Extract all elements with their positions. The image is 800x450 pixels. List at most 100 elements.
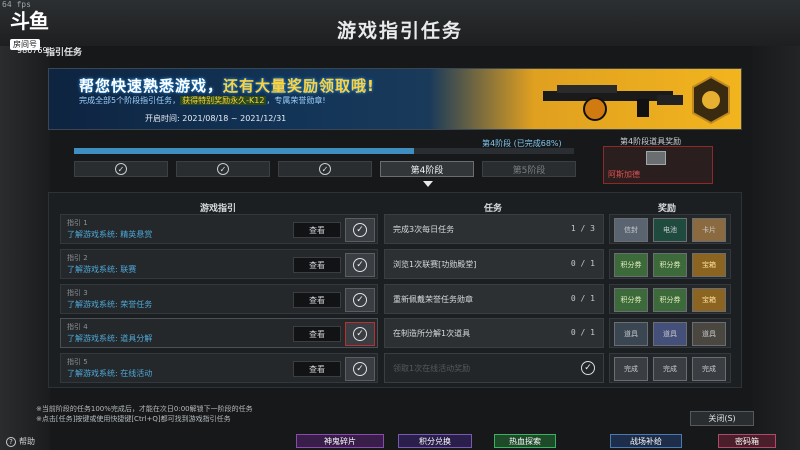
task-text: 完成3次每日任务: [393, 225, 455, 234]
close-button[interactable]: 关闭(S): [690, 411, 754, 426]
check-icon: ✓: [353, 223, 367, 237]
help-button[interactable]: ? 帮助: [6, 436, 35, 447]
stage-tab-2[interactable]: ✓: [176, 161, 270, 177]
note-line: ※点击[任务]按键或使用快捷键[Ctrl+Q]都可找到游戏指引任务: [36, 415, 231, 423]
claimed-check-icon: 完成: [653, 357, 687, 381]
stage-tab-5[interactable]: 第5阶段: [482, 161, 576, 177]
guide-text: 了解游戏系统: 联赛: [67, 265, 137, 274]
guide-row: 指引 4 了解游戏系统: 道具分解 查看 ✓: [60, 318, 378, 348]
task-text: 在制造所分解1次道具: [393, 329, 471, 338]
promo-banner: 帮您快速熟悉游戏，还有大量奖励领取哦! 完成全部5个阶段指引任务， 获得特别奖励永…: [48, 68, 742, 130]
check-icon: ✓: [353, 327, 367, 341]
check-icon: ✓: [115, 163, 127, 175]
help-icon: ?: [6, 436, 16, 447]
chest-icon[interactable]: 宝箱: [692, 288, 726, 312]
item-icon[interactable]: 道具: [653, 322, 687, 346]
item-icon[interactable]: 道具: [614, 322, 648, 346]
battery-icon[interactable]: 电池: [653, 218, 687, 242]
reward-row: 信封 电池 卡片: [609, 214, 731, 244]
column-header-guide: 游戏指引: [200, 204, 237, 214]
complete-button[interactable]: ✓: [345, 357, 375, 381]
complete-button[interactable]: ✓: [345, 218, 375, 242]
guide-text: 了解游戏系统: 道具分解: [67, 334, 153, 343]
progress-fill: [74, 148, 414, 154]
check-icon: ✓: [217, 163, 229, 175]
guide-row: 指引 2 了解游戏系统: 联赛 查看 ✓: [60, 249, 378, 279]
banner-date: 开启时间: 2021/08/18 ~ 2021/12/31: [145, 114, 287, 123]
bottom-button-ghost-shards[interactable]: 神鬼碎片: [296, 434, 384, 448]
claimed-check-icon: 完成: [614, 357, 648, 381]
bottom-button-supply[interactable]: 战场补给: [610, 434, 682, 448]
reward-preview-caption: 阿斯加德: [608, 170, 640, 179]
check-icon: ✓: [353, 362, 367, 376]
voucher-icon[interactable]: 积分券: [614, 253, 648, 277]
guide-text: 了解游戏系统: 在线活动: [67, 369, 153, 378]
column-header-task: 任务: [484, 204, 503, 214]
check-icon: ✓: [353, 293, 367, 307]
reward-row: 积分券 积分券 宝箱: [609, 284, 731, 314]
check-icon: ✓: [319, 163, 331, 175]
guide-text: 了解游戏系统: 精英悬赏: [67, 230, 153, 239]
background-left: [0, 0, 50, 450]
reward-row: 完成 完成 完成: [609, 353, 731, 383]
stage-tab-4[interactable]: 第4阶段: [380, 161, 474, 177]
complete-button[interactable]: ✓: [345, 253, 375, 277]
view-button[interactable]: 查看: [293, 257, 341, 273]
fps-counter: 64 fps: [2, 0, 31, 9]
task-count: 0 / 1: [570, 259, 595, 268]
item-icon[interactable]: 道具: [692, 322, 726, 346]
reward-preview[interactable]: 阿斯加德: [603, 146, 713, 184]
chest-icon[interactable]: 宝箱: [692, 253, 726, 277]
voucher-icon[interactable]: 积分券: [614, 288, 648, 312]
view-button[interactable]: 查看: [293, 222, 341, 238]
voucher-icon[interactable]: 积分券: [653, 253, 687, 277]
task-count: 1 / 3: [570, 224, 595, 233]
check-icon: ✓: [581, 361, 595, 375]
reward-row: 道具 道具 道具: [609, 318, 731, 348]
task-count: 0 / 1: [570, 328, 595, 337]
check-icon: ✓: [353, 258, 367, 272]
view-button[interactable]: 查看: [293, 361, 341, 377]
guide-row: 指引 3 了解游戏系统: 荣誉任务 查看 ✓: [60, 284, 378, 314]
banner-subtitle: 完成全部5个阶段指引任务， 获得特别奖励永久-K12 ，专属荣誉勋章!: [79, 96, 326, 105]
task-count: 0 / 1: [570, 294, 595, 303]
notes: ※当前阶段的任务100%完成后，才能在次日0:00解锁下一阶段的任务 ※点击[任…: [36, 404, 253, 424]
claimed-check-icon: 完成: [692, 357, 726, 381]
column-header-reward: 奖励: [658, 204, 677, 214]
complete-button[interactable]: ✓: [345, 288, 375, 312]
caret-down-icon: [423, 181, 433, 187]
complete-button[interactable]: ✓: [345, 322, 375, 346]
card-icon[interactable]: 卡片: [692, 218, 726, 242]
guide-number: 指引 3: [67, 289, 88, 297]
task-text: 浏览1次联赛[功勋殿堂]: [393, 260, 477, 269]
section-label: 指引任务: [46, 48, 83, 58]
view-button[interactable]: 查看: [293, 326, 341, 342]
background-right: [752, 0, 800, 450]
view-button[interactable]: 查看: [293, 292, 341, 308]
task-row: 完成3次每日任务 1 / 3: [384, 214, 604, 244]
guide-row: 指引 5 了解游戏系统: 在线活动 查看 ✓: [60, 353, 378, 383]
guide-text: 了解游戏系统: 荣誉任务: [67, 300, 153, 309]
task-row: 在制造所分解1次道具 0 / 1: [384, 318, 604, 348]
banner-headline: 帮您快速熟悉游戏，还有大量奖励领取哦!: [79, 77, 375, 95]
guide-number: 指引 4: [67, 323, 88, 331]
voucher-icon[interactable]: 积分券: [653, 288, 687, 312]
progress-bar: [74, 148, 574, 154]
task-row: 浏览1次联赛[功勋殿堂] 0 / 1: [384, 249, 604, 279]
guide-number: 指引 2: [67, 254, 88, 262]
page-title: 游戏指引任务: [336, 20, 463, 42]
task-text: 重新佩戴荣誉任务勋章: [393, 295, 473, 304]
weapon-icon: [646, 151, 666, 165]
envelope-icon[interactable]: 信封: [614, 218, 648, 242]
medal-icon: [692, 75, 730, 125]
guide-number: 指引 5: [67, 358, 88, 366]
reward-row: 积分券 积分券 宝箱: [609, 249, 731, 279]
bottom-button-points-exchange[interactable]: 积分兑换: [398, 434, 472, 448]
stage-tab-3[interactable]: ✓: [278, 161, 372, 177]
rifle-icon: [543, 85, 683, 121]
guide-number: 指引 1: [67, 219, 88, 227]
bottom-button-password-box[interactable]: 密码箱: [718, 434, 776, 448]
task-row: 重新佩戴荣誉任务勋章 0 / 1: [384, 284, 604, 314]
bottom-button-explore[interactable]: 热血探索: [494, 434, 556, 448]
stage-tab-1[interactable]: ✓: [74, 161, 168, 177]
